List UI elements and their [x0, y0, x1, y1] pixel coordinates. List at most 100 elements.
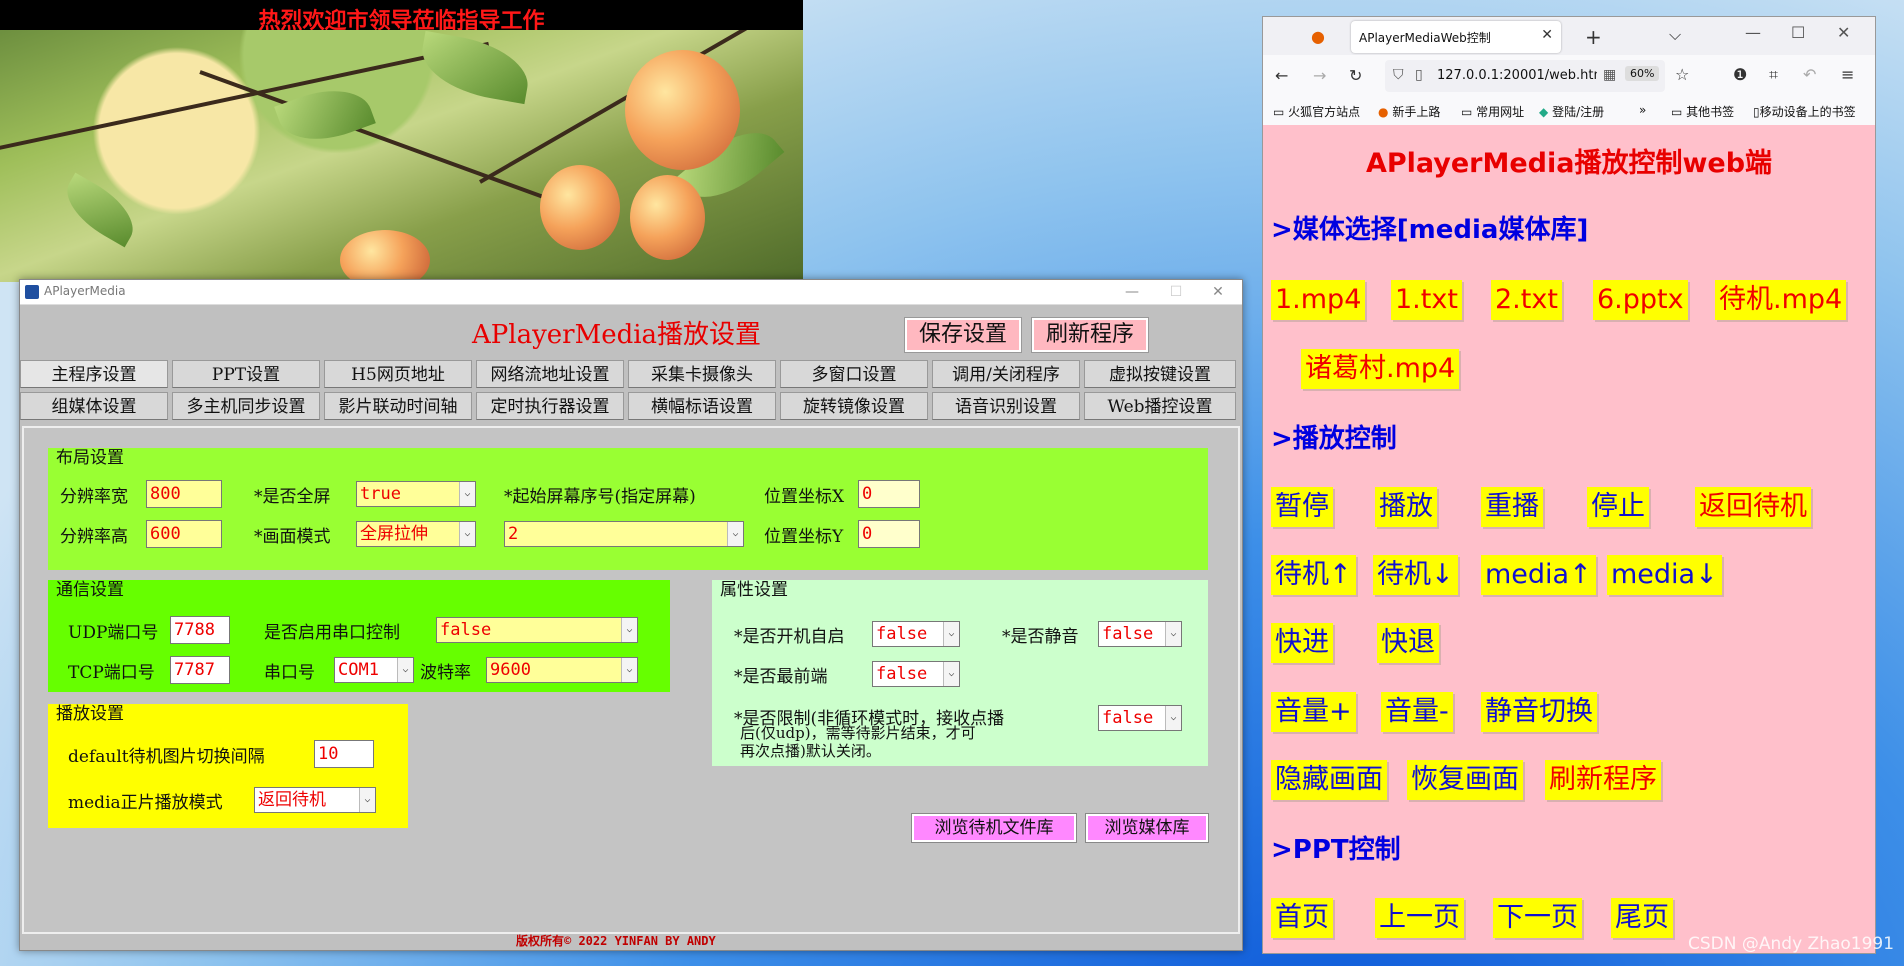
tab-virtual-keys[interactable]: 虚拟按键设置: [1084, 360, 1236, 388]
autostart-select[interactable]: false ⌵: [872, 621, 960, 647]
menu-icon[interactable]: ≡: [1841, 65, 1854, 84]
ppt-prev-page-button[interactable]: 上一页: [1375, 898, 1464, 938]
baud-rate-select[interactable]: 9600 ⌵: [486, 657, 638, 683]
forward-icon[interactable]: →: [1313, 66, 1326, 85]
bookmark-other[interactable]: ▭ 其他书签: [1671, 103, 1734, 120]
minimize-icon[interactable]: —: [1745, 23, 1761, 42]
bookmark-common-sites[interactable]: ▭ 常用网址: [1461, 103, 1524, 120]
new-tab-icon[interactable]: +: [1585, 25, 1602, 49]
bookmark-login[interactable]: ◆ 登陆/注册: [1539, 103, 1604, 120]
serial-enable-select[interactable]: false ⌵: [436, 617, 638, 643]
return-idle-button[interactable]: 返回待机: [1695, 487, 1811, 527]
tab-capture-camera[interactable]: 采集卡摄像头: [628, 360, 776, 388]
tab-timeline[interactable]: 影片联动时间轴: [324, 392, 472, 420]
tab-h5-url[interactable]: H5网页地址: [324, 360, 472, 388]
replay-button[interactable]: 重播: [1481, 487, 1543, 527]
res-height-input[interactable]: 600: [146, 520, 222, 548]
ppt-last-page-button[interactable]: 尾页: [1611, 898, 1673, 938]
bookmark-overflow-chevron-icon[interactable]: »: [1639, 103, 1646, 117]
media-item-3[interactable]: 2.txt: [1491, 280, 1562, 320]
screenshot-icon[interactable]: ⌗: [1769, 65, 1778, 85]
topmost-select[interactable]: false ⌵: [872, 661, 960, 687]
tab-multi-window[interactable]: 多窗口设置: [780, 360, 928, 388]
tab-ppt-settings[interactable]: PPT设置: [172, 360, 320, 388]
autostart-label: *是否开机自启: [734, 627, 845, 647]
tab-main-settings[interactable]: 主程序设置: [20, 360, 168, 388]
idle-up-button[interactable]: 待机↑: [1271, 555, 1356, 595]
reload-icon[interactable]: ↻: [1349, 66, 1362, 85]
save-settings-button[interactable]: 保存设置: [904, 317, 1022, 353]
display-mode-select[interactable]: 全屏拉伸 ⌵: [356, 521, 476, 547]
media-item-1[interactable]: 1.mp4: [1271, 280, 1366, 320]
tab-stream-url[interactable]: 网络流地址设置: [476, 360, 624, 388]
tcp-port-input[interactable]: 7787: [170, 656, 230, 684]
stop-button[interactable]: 停止: [1587, 487, 1649, 527]
media-item-6[interactable]: 诸葛村.mp4: [1301, 349, 1460, 389]
play-group: 播放设置 default待机图片切换间隔 10 media正片播放模式 返回待机…: [48, 704, 408, 828]
media-up-button[interactable]: media↑: [1481, 555, 1596, 595]
ppt-first-page-button[interactable]: 首页: [1271, 898, 1333, 938]
bookmark-getting-started[interactable]: ● 新手上路: [1378, 103, 1440, 120]
maximize-icon[interactable]: ☐: [1154, 282, 1198, 302]
page-info-icon[interactable]: ▯: [1415, 67, 1423, 83]
restore-screen-button[interactable]: 恢复画面: [1407, 760, 1523, 800]
url-bar[interactable]: ⛉ ▯ 127.0.0.1:20001/web.htm ▦ 60%: [1385, 60, 1665, 92]
start-screen-select[interactable]: 2 ⌵: [504, 521, 744, 547]
back-icon[interactable]: ←: [1275, 66, 1288, 85]
browser-tab-active[interactable]: APlayerMediaWeb控制 ✕: [1351, 21, 1561, 53]
volume-up-button[interactable]: 音量+: [1271, 692, 1356, 732]
tab-web-control[interactable]: Web播控设置: [1084, 392, 1236, 420]
browse-idle-library-button[interactable]: 浏览待机文件库: [911, 813, 1077, 843]
media-play-mode-select[interactable]: 返回待机 ⌵: [254, 787, 376, 813]
tab-voice-recognition[interactable]: 语音识别设置: [932, 392, 1080, 420]
refresh-program-button[interactable]: 刷新程序: [1031, 317, 1149, 353]
qr-code-icon[interactable]: ▦: [1603, 67, 1616, 83]
tab-multi-host-sync[interactable]: 多主机同步设置: [172, 392, 320, 420]
url-text[interactable]: 127.0.0.1:20001/web.htm: [1437, 68, 1597, 83]
res-width-input[interactable]: 800: [146, 480, 222, 508]
media-item-2[interactable]: 1.txt: [1391, 280, 1462, 320]
com-port-select[interactable]: COM1 ⌵: [334, 657, 414, 683]
close-icon[interactable]: ✕: [1837, 23, 1850, 42]
idle-down-button[interactable]: 待机↓: [1373, 555, 1458, 595]
fullscreen-select[interactable]: true ⌵: [356, 481, 476, 507]
media-down-button[interactable]: media↓: [1607, 555, 1722, 595]
rewind-button[interactable]: 快退: [1377, 623, 1439, 663]
media-item-4[interactable]: 6.pptx: [1593, 280, 1688, 320]
refresh-program-web-button[interactable]: 刷新程序: [1545, 760, 1661, 800]
undo-icon[interactable]: ↶: [1803, 65, 1816, 84]
close-icon[interactable]: ✕: [1196, 282, 1240, 302]
mute-toggle-button[interactable]: 静音切换: [1481, 692, 1597, 732]
browse-media-library-button[interactable]: 浏览媒体库: [1085, 813, 1209, 843]
pos-y-input[interactable]: 0: [858, 520, 920, 548]
tab-banner-slogan[interactable]: 横幅标语设置: [628, 392, 776, 420]
pos-x-input[interactable]: 0: [858, 480, 920, 508]
tab-list-chevron-icon[interactable]: ⌵: [1669, 25, 1681, 45]
idle-interval-input[interactable]: 10: [314, 740, 374, 768]
tab-close-icon[interactable]: ✕: [1541, 27, 1553, 43]
shield-icon[interactable]: ⛉: [1393, 67, 1404, 83]
volume-down-button[interactable]: 音量-: [1381, 692, 1453, 732]
tab-group-media[interactable]: 组媒体设置: [20, 392, 168, 420]
maximize-icon[interactable]: ☐: [1791, 23, 1805, 42]
hide-screen-button[interactable]: 隐藏画面: [1271, 760, 1387, 800]
fast-forward-button[interactable]: 快进: [1271, 623, 1333, 663]
zoom-level[interactable]: 60%: [1625, 66, 1660, 81]
udp-port-input[interactable]: 7788: [170, 616, 230, 644]
limit-select[interactable]: false ⌵: [1098, 705, 1182, 731]
media-item-5[interactable]: 待机.mp4: [1715, 280, 1847, 320]
tab-timer[interactable]: 定时执行器设置: [476, 392, 624, 420]
firefox-icon[interactable]: ●: [1311, 27, 1325, 46]
ppt-next-page-button[interactable]: 下一页: [1493, 898, 1582, 938]
tab-rotate-mirror[interactable]: 旋转镜像设置: [780, 392, 928, 420]
tab-call-close-program[interactable]: 调用/关闭程序: [932, 360, 1080, 388]
extension-icon[interactable]: ❶: [1733, 65, 1747, 84]
mute-select[interactable]: false ⌵: [1098, 621, 1182, 647]
play-button[interactable]: 播放: [1375, 487, 1437, 527]
minimize-icon[interactable]: —: [1110, 282, 1154, 302]
bookmark-mobile[interactable]: ▯移动设备上的书签: [1753, 103, 1856, 120]
pause-button[interactable]: 暂停: [1271, 487, 1333, 527]
star-icon[interactable]: ☆: [1675, 65, 1689, 84]
topmost-label: *是否最前端: [734, 667, 828, 687]
bookmark-firefox-site[interactable]: ▭ 火狐官方站点: [1273, 103, 1360, 120]
